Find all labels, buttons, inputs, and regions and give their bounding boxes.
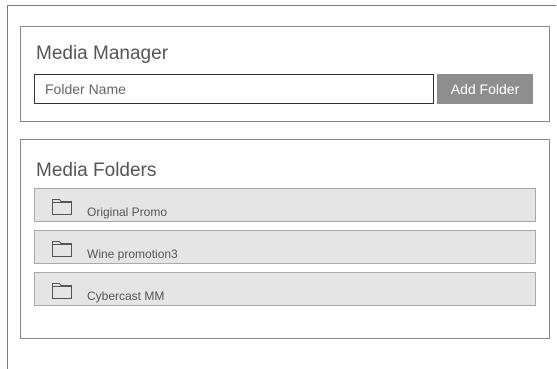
- folder-name-input[interactable]: [34, 74, 434, 104]
- folder-icon: [52, 199, 72, 215]
- media-folders-title: Media Folders: [36, 160, 157, 181]
- folder-list: Original Promo Wine promotion3 Cybercast…: [34, 188, 536, 314]
- folder-label: Wine promotion3: [87, 247, 178, 261]
- folder-icon: [52, 241, 72, 257]
- folder-label: Original Promo: [87, 205, 168, 219]
- folder-item-cybercast-mm[interactable]: Cybercast MM: [34, 272, 536, 306]
- folder-icon: [52, 283, 72, 299]
- media-folders-panel: Media Folders Original Promo Wine promot…: [20, 139, 550, 339]
- folder-label: Cybercast MM: [87, 289, 165, 303]
- folder-item-original-promo[interactable]: Original Promo: [34, 188, 536, 222]
- media-manager-title: Media Manager: [36, 43, 169, 64]
- add-folder-button[interactable]: Add Folder: [437, 74, 533, 104]
- media-manager-panel: Media Manager Add Folder: [20, 26, 550, 122]
- folder-item-wine-promotion3[interactable]: Wine promotion3: [34, 230, 536, 264]
